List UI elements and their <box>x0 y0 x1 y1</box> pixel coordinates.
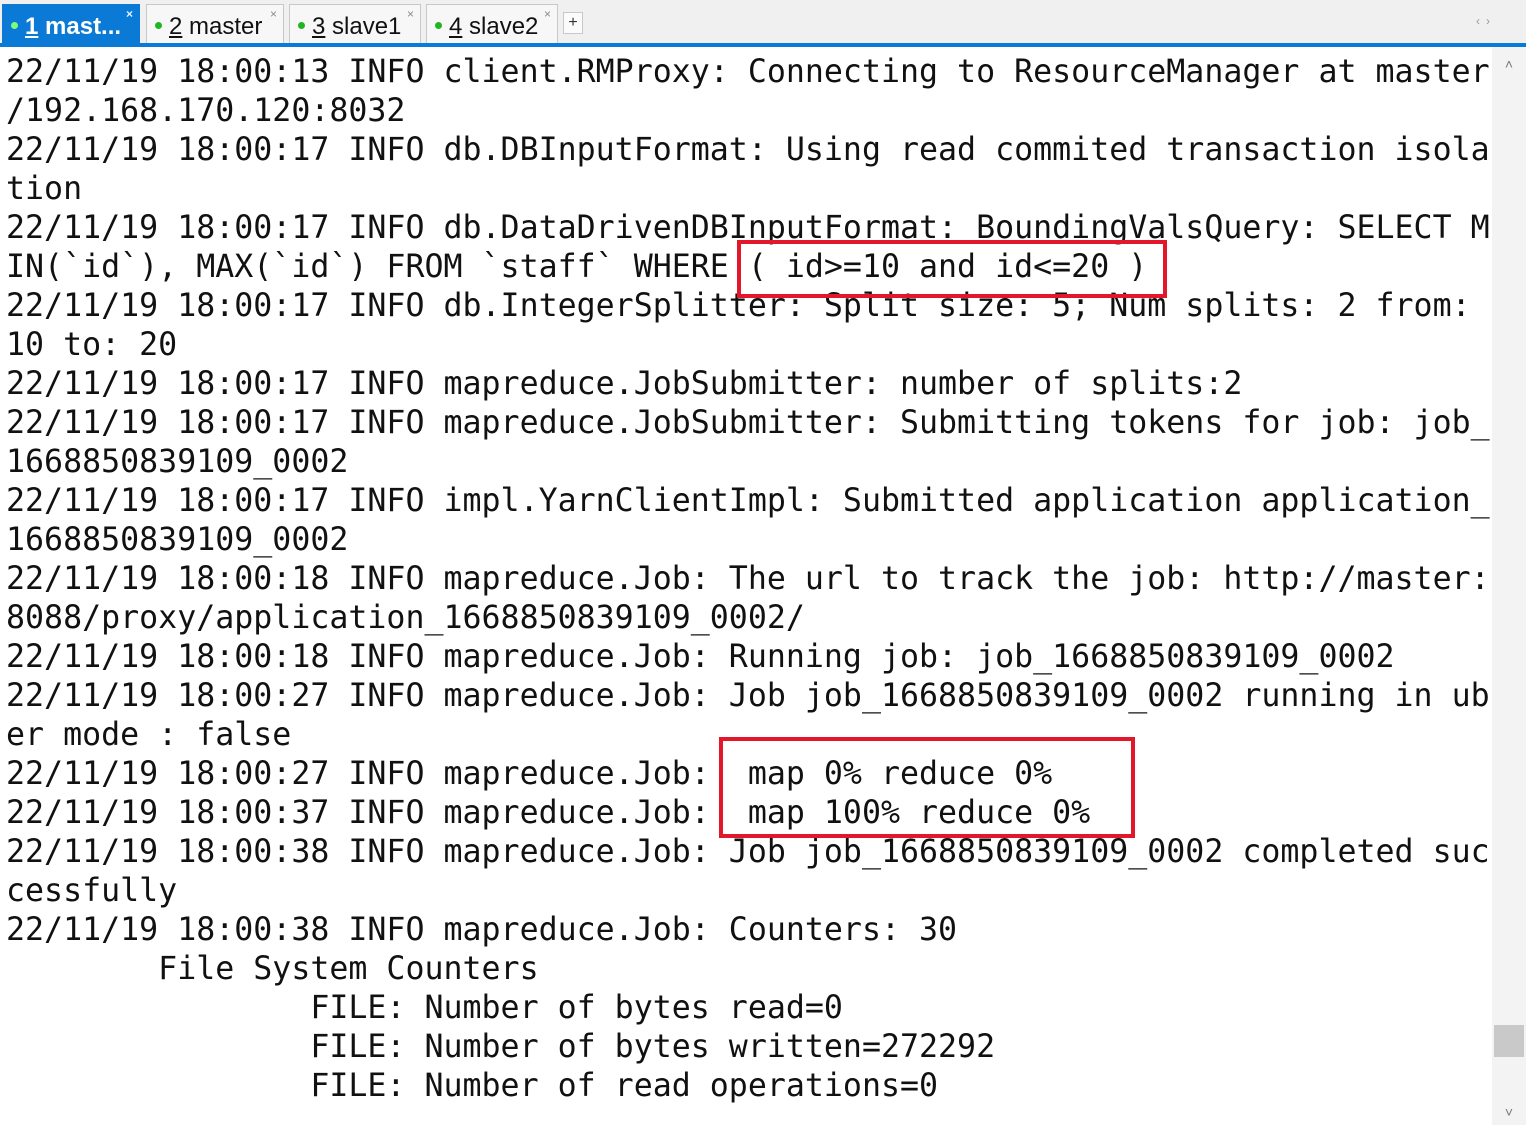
close-tab-icon[interactable]: × <box>544 7 551 21</box>
terminal-line: cessfully <box>6 873 178 909</box>
tab-label: 4 slave2 <box>449 13 539 40</box>
terminal-output[interactable]: 22/11/19 18:00:13 INFO client.RMProxy: C… <box>0 47 1492 1125</box>
terminal-line: 22/11/19 18:00:38 INFO mapreduce.Job: Jo… <box>6 834 1490 870</box>
vertical-scrollbar[interactable]: ˄ ˅ <box>1492 47 1526 1125</box>
tab-session-3[interactable]: 3 slave1 × <box>289 4 421 43</box>
terminal-line: 1668850839109_0002 <box>6 444 349 480</box>
map-reduce-progress-highlight-box <box>719 737 1135 838</box>
tab-session-4[interactable]: 4 slave2 × <box>426 4 558 43</box>
tab-label: 2 master <box>169 13 263 40</box>
terminal-line: 22/11/19 18:00:27 INFO mapreduce.Job: Jo… <box>6 678 1490 714</box>
scrollbar-thumb[interactable] <box>1494 1025 1524 1057</box>
terminal-line: 22/11/19 18:00:13 INFO client.RMProxy: C… <box>6 54 1490 90</box>
connected-status-icon <box>155 22 162 29</box>
terminal-line: 22/11/19 18:00:18 INFO mapreduce.Job: Th… <box>6 561 1490 597</box>
terminal-line: er mode : false <box>6 717 292 753</box>
terminal-line: 8088/proxy/application_1668850839109_000… <box>6 600 805 636</box>
new-tab-button[interactable]: + <box>563 12 583 34</box>
terminal-line: 22/11/19 18:00:38 INFO mapreduce.Job: Co… <box>6 912 958 948</box>
tab-label: 3 slave1 <box>312 13 402 40</box>
terminal-line: 22/11/19 18:00:17 INFO mapreduce.JobSubm… <box>6 366 1243 402</box>
terminal-line: 22/11/19 18:00:17 INFO db.DBInputFormat:… <box>6 132 1490 168</box>
tab-session-1[interactable]: 1 mast... × <box>2 4 140 47</box>
terminal-line: FILE: Number of bytes read=0 <box>6 990 843 1026</box>
scroll-down-arrow-icon[interactable]: ˅ <box>1492 1099 1526 1125</box>
terminal-line: 10 to: 20 <box>6 327 178 363</box>
terminal-line: File System Counters <box>6 951 539 987</box>
session-tab-bar: 1 mast... × 2 master × 3 slave1 × 4 slav… <box>0 0 1526 47</box>
close-tab-icon[interactable]: × <box>126 7 133 21</box>
terminal-line: 22/11/19 18:00:17 INFO mapreduce.JobSubm… <box>6 405 1490 441</box>
terminal-line: FILE: Number of bytes written=272292 <box>6 1029 996 1065</box>
terminal-line: tion <box>6 171 83 207</box>
terminal-line: 1668850839109_0002 <box>6 522 349 558</box>
terminal-line: FILE: Number of read operations=0 <box>6 1068 939 1104</box>
close-tab-icon[interactable]: × <box>407 7 414 21</box>
connected-status-icon <box>11 22 18 29</box>
terminal-line: 22/11/19 18:00:17 INFO impl.YarnClientIm… <box>6 483 1490 519</box>
where-clause-highlight-box <box>737 240 1167 298</box>
terminal-line: /192.168.170.120:8032 <box>6 93 406 129</box>
tab-scroll-arrows-icon[interactable]: ‹› <box>1476 14 1496 28</box>
close-tab-icon[interactable]: × <box>270 7 277 21</box>
terminal-line: 22/11/19 18:00:18 INFO mapreduce.Job: Ru… <box>6 639 1395 675</box>
connected-status-icon <box>435 22 442 29</box>
connected-status-icon <box>298 22 305 29</box>
scroll-up-arrow-icon[interactable]: ˄ <box>1492 51 1526 77</box>
tab-session-2[interactable]: 2 master × <box>146 4 284 43</box>
tab-label: 1 mast... <box>25 13 122 40</box>
